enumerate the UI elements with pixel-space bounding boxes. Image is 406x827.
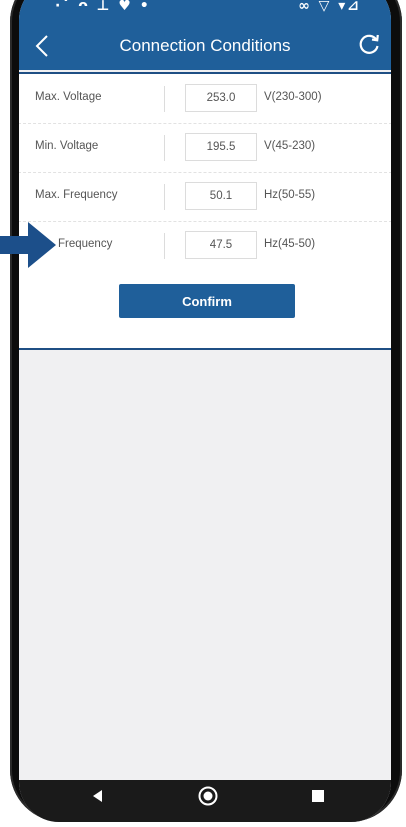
min-frequency-range: Hz(45-50) [264,238,316,250]
form-row-max-voltage: Max. Voltage V(230-300) [19,74,391,124]
pointer-arrow-icon [0,222,56,268]
min-voltage-range: V(45-230) [264,140,316,152]
connection-conditions-form: Max. Voltage V(230-300) Min. Voltage V(4… [19,72,391,350]
circle-home-icon [198,786,218,806]
min-voltage-input[interactable] [185,133,257,161]
status-icons-right: ∞ ▽ ▾⊿ [298,0,361,14]
form-row-min-frequency: Frequency Hz(45-50) [19,221,391,270]
min-frequency-label: Frequency [58,238,113,250]
square-recents-icon [312,790,324,802]
row-divider [164,135,165,161]
app-header: Connection Conditions [19,20,391,70]
confirm-button[interactable]: Confirm [119,284,295,318]
row-divider [164,233,165,259]
form-row-max-frequency: Max. Frequency Hz(50-55) [19,172,391,222]
row-divider [164,184,165,210]
nav-recents-button[interactable] [293,780,343,814]
status-bar: ·ˇ ᴖ ⊥ ♥ • ∞ ▽ ▾⊿ [19,0,391,20]
form-row-min-voltage: Min. Voltage V(45-230) [19,123,391,173]
max-voltage-input[interactable] [185,84,257,112]
max-voltage-label: Max. Voltage [35,91,102,103]
min-voltage-label: Min. Voltage [35,140,99,152]
max-frequency-label: Max. Frequency [35,189,118,201]
nav-home-button[interactable] [183,780,233,814]
row-divider [164,86,165,112]
phone-screen: ·ˇ ᴖ ⊥ ♥ • ∞ ▽ ▾⊿ Connection Conditions … [19,0,391,822]
nav-back-button[interactable] [73,780,123,814]
min-frequency-input[interactable] [185,231,257,259]
chevron-left-icon [35,35,48,57]
page-title: Connection Conditions [119,36,291,55]
triangle-back-icon [93,790,102,802]
max-frequency-input[interactable] [185,182,257,210]
back-button[interactable] [27,24,61,66]
refresh-icon [359,34,379,54]
max-frequency-range: Hz(50-55) [264,189,316,201]
system-nav-bar [19,780,391,822]
refresh-button[interactable] [351,26,387,62]
status-icons-left: ·ˇ ᴖ ⊥ ♥ • [55,0,151,14]
screenshot-stage: ·ˇ ᴖ ⊥ ♥ • ∞ ▽ ▾⊿ Connection Conditions … [0,0,406,827]
max-voltage-range: V(230-300) [264,91,322,103]
